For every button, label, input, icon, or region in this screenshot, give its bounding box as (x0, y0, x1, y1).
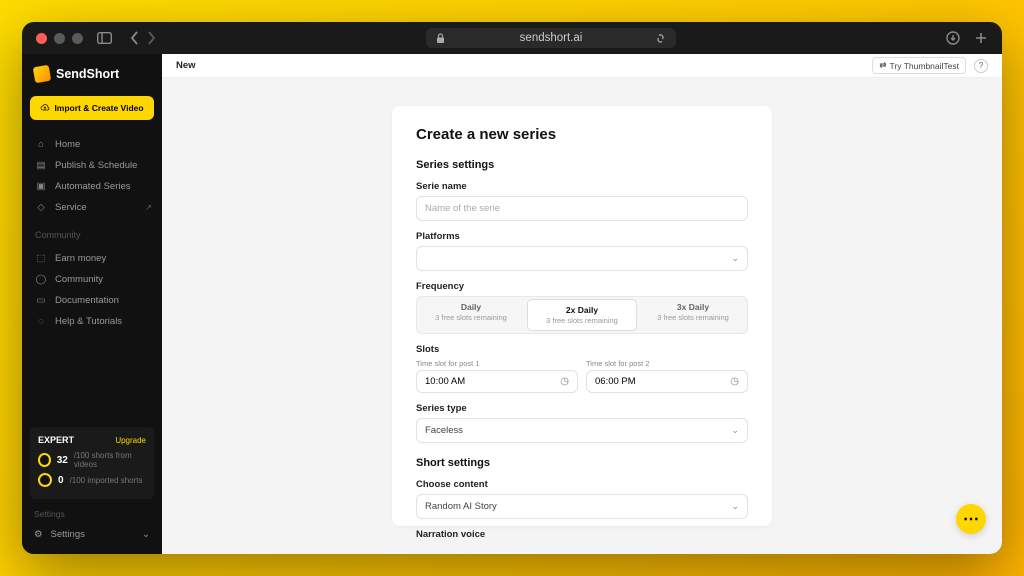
choose-content-select[interactable]: Random AI Story⌄ (416, 494, 748, 519)
frequency-label: Frequency (416, 281, 748, 292)
choose-content-label: Choose content (416, 479, 748, 490)
docs-icon: ▭ (35, 295, 47, 306)
download-icon[interactable] (946, 31, 960, 45)
gear-icon: ⚙ (34, 529, 43, 540)
short-settings-heading: Short settings (416, 457, 748, 469)
close-window[interactable] (36, 33, 47, 44)
url-text: sendshort.ai (520, 32, 583, 44)
sidebar-item-docs[interactable]: ▭Documentation (22, 290, 162, 311)
brand[interactable]: SendShort (22, 54, 162, 92)
serie-name-input[interactable] (416, 196, 748, 221)
sparkle-icon: ⇄ (879, 60, 886, 71)
maximize-window[interactable] (72, 33, 83, 44)
community-section-label: Community (22, 222, 162, 244)
slots-label: Slots (416, 344, 748, 355)
home-icon: ⌂ (35, 139, 47, 150)
platforms-select[interactable]: ⌄ (416, 246, 748, 271)
brand-name: SendShort (56, 67, 119, 81)
sidebar-item-community[interactable]: ◯Community (22, 269, 162, 290)
back-button[interactable] (130, 31, 139, 45)
frequency-option-daily[interactable]: Daily 3 free slots remaining (417, 297, 525, 333)
stat-imported-shorts: 0 /100 imported shorts (38, 473, 146, 487)
clock-icon: ◷ (730, 376, 739, 387)
chevron-down-icon: ⌄ (731, 501, 739, 512)
sidebar-toggle-icon[interactable] (97, 32, 112, 44)
progress-ring-icon (38, 453, 51, 467)
sidebar-item-earn[interactable]: ⬚Earn money (22, 248, 162, 269)
breadcrumb: New (176, 60, 196, 71)
slot1-label: Time slot for post 1 (416, 359, 578, 368)
lock-icon (436, 33, 445, 44)
plan-title: EXPERT (38, 435, 74, 445)
series-type-label: Series type (416, 403, 748, 414)
page-title: Create a new series (416, 126, 748, 143)
link-icon[interactable] (655, 33, 666, 44)
series-type-select[interactable]: Faceless⌄ (416, 418, 748, 443)
clock-icon: ◷ (560, 376, 569, 387)
chevron-down-icon: ⌄ (731, 425, 739, 436)
series-settings-heading: Series settings (416, 159, 748, 171)
chat-icon: ⋯ (963, 509, 979, 529)
external-link-icon: ↗ (145, 203, 152, 212)
serie-name-label: Serie name (416, 181, 748, 192)
calendar-icon: ▤ (35, 160, 47, 171)
sidebar-item-help[interactable]: ◌Help & Tutorials (22, 311, 162, 332)
chat-fab[interactable]: ⋯ (956, 504, 986, 534)
narration-voice-label: Narration voice (416, 529, 748, 540)
sidebar-item-home[interactable]: ⌂Home (22, 134, 162, 155)
new-tab-icon[interactable] (974, 31, 988, 45)
chevron-down-icon: ⌄ (731, 253, 739, 264)
community-icon: ◯ (35, 274, 47, 285)
cloud-upload-icon (40, 104, 50, 112)
content-topbar: New ⇄ Try ThumbnailTest ? (162, 54, 1002, 78)
slot1-time-input[interactable]: 10:00 AM ◷ (416, 370, 578, 393)
window-controls[interactable] (36, 33, 83, 44)
upgrade-link[interactable]: Upgrade (115, 436, 146, 445)
stat-shorts-from-videos: 32 /100 shorts from videos (38, 451, 146, 469)
brand-logo (33, 65, 52, 84)
chevron-down-icon: ⌄ (142, 529, 150, 540)
url-bar[interactable]: sendshort.ai (426, 28, 676, 48)
progress-ring-icon (38, 473, 52, 487)
frequency-option-2x[interactable]: 2x Daily 3 free slots remaining (527, 299, 637, 331)
help-button[interactable]: ? (974, 59, 988, 73)
frequency-group: Daily 3 free slots remaining 2x Daily 3 … (416, 296, 748, 334)
money-icon: ⬚ (35, 253, 47, 264)
browser-titlebar: sendshort.ai (22, 22, 1002, 54)
sidebar-item-settings[interactable]: ⚙Settings ⌄ (30, 523, 154, 546)
bulb-icon: ◌ (35, 316, 47, 327)
create-series-card: Create a new series Series settings Seri… (392, 106, 772, 526)
slot2-label: Time slot for post 2 (586, 359, 748, 368)
platforms-label: Platforms (416, 231, 748, 242)
frequency-option-3x[interactable]: 3x Daily 3 free slots remaining (639, 297, 747, 333)
slot2-time-input[interactable]: 06:00 PM ◷ (586, 370, 748, 393)
sidebar-item-publish[interactable]: ▤Publish & Schedule (22, 155, 162, 176)
sidebar-item-service[interactable]: ◇Service↗ (22, 197, 162, 218)
forward-button[interactable] (147, 31, 156, 45)
settings-section-label: Settings (30, 505, 154, 523)
sidebar-item-automated-series[interactable]: ▣Automated Series (22, 176, 162, 197)
service-icon: ◇ (35, 202, 47, 213)
import-create-button[interactable]: Import & Create Video (30, 96, 154, 120)
series-icon: ▣ (35, 181, 47, 192)
try-thumbnailtest-button[interactable]: ⇄ Try ThumbnailTest (872, 57, 966, 74)
minimize-window[interactable] (54, 33, 65, 44)
plan-box: EXPERT Upgrade 32 /100 shorts from video… (30, 427, 154, 499)
sidebar: SendShort Import & Create Video ⌂Home ▤P… (22, 54, 162, 554)
